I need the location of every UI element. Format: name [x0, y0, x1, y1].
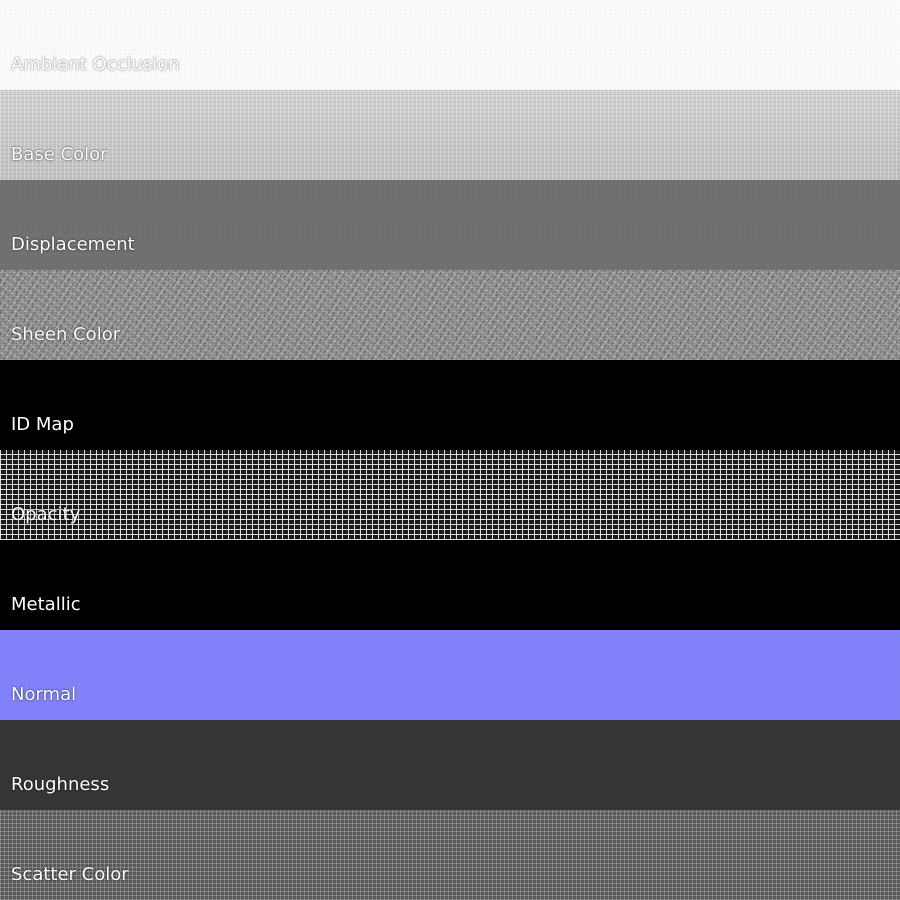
base-color-swatch: Base Color: [0, 90, 900, 180]
sheen-color-swatch: Sheen Color: [0, 270, 900, 360]
sheen-color-label: Sheen Color: [11, 324, 121, 345]
metallic-label: Metallic: [11, 594, 81, 615]
scatter-color-label: Scatter Color: [11, 864, 129, 885]
roughness-label: Roughness: [11, 774, 110, 795]
ambient-occlusion-swatch: Ambient Occlusion: [0, 0, 900, 90]
base-color-label: Base Color: [11, 144, 108, 165]
opacity-label: Opacity: [11, 504, 81, 525]
id-map-swatch: ID Map: [0, 360, 900, 450]
texture-map-sheet: Ambient Occlusion Base Color Displacemen…: [0, 0, 900, 900]
normal-swatch: Normal: [0, 630, 900, 720]
opacity-swatch: Opacity: [0, 450, 900, 540]
ambient-occlusion-label: Ambient Occlusion: [11, 54, 180, 75]
displacement-label: Displacement: [11, 234, 135, 255]
id-map-label: ID Map: [11, 414, 74, 435]
normal-label: Normal: [11, 684, 77, 705]
roughness-swatch: Roughness: [0, 720, 900, 810]
metallic-swatch: Metallic: [0, 540, 900, 630]
displacement-swatch: Displacement: [0, 180, 900, 270]
scatter-color-swatch: Scatter Color: [0, 810, 900, 900]
